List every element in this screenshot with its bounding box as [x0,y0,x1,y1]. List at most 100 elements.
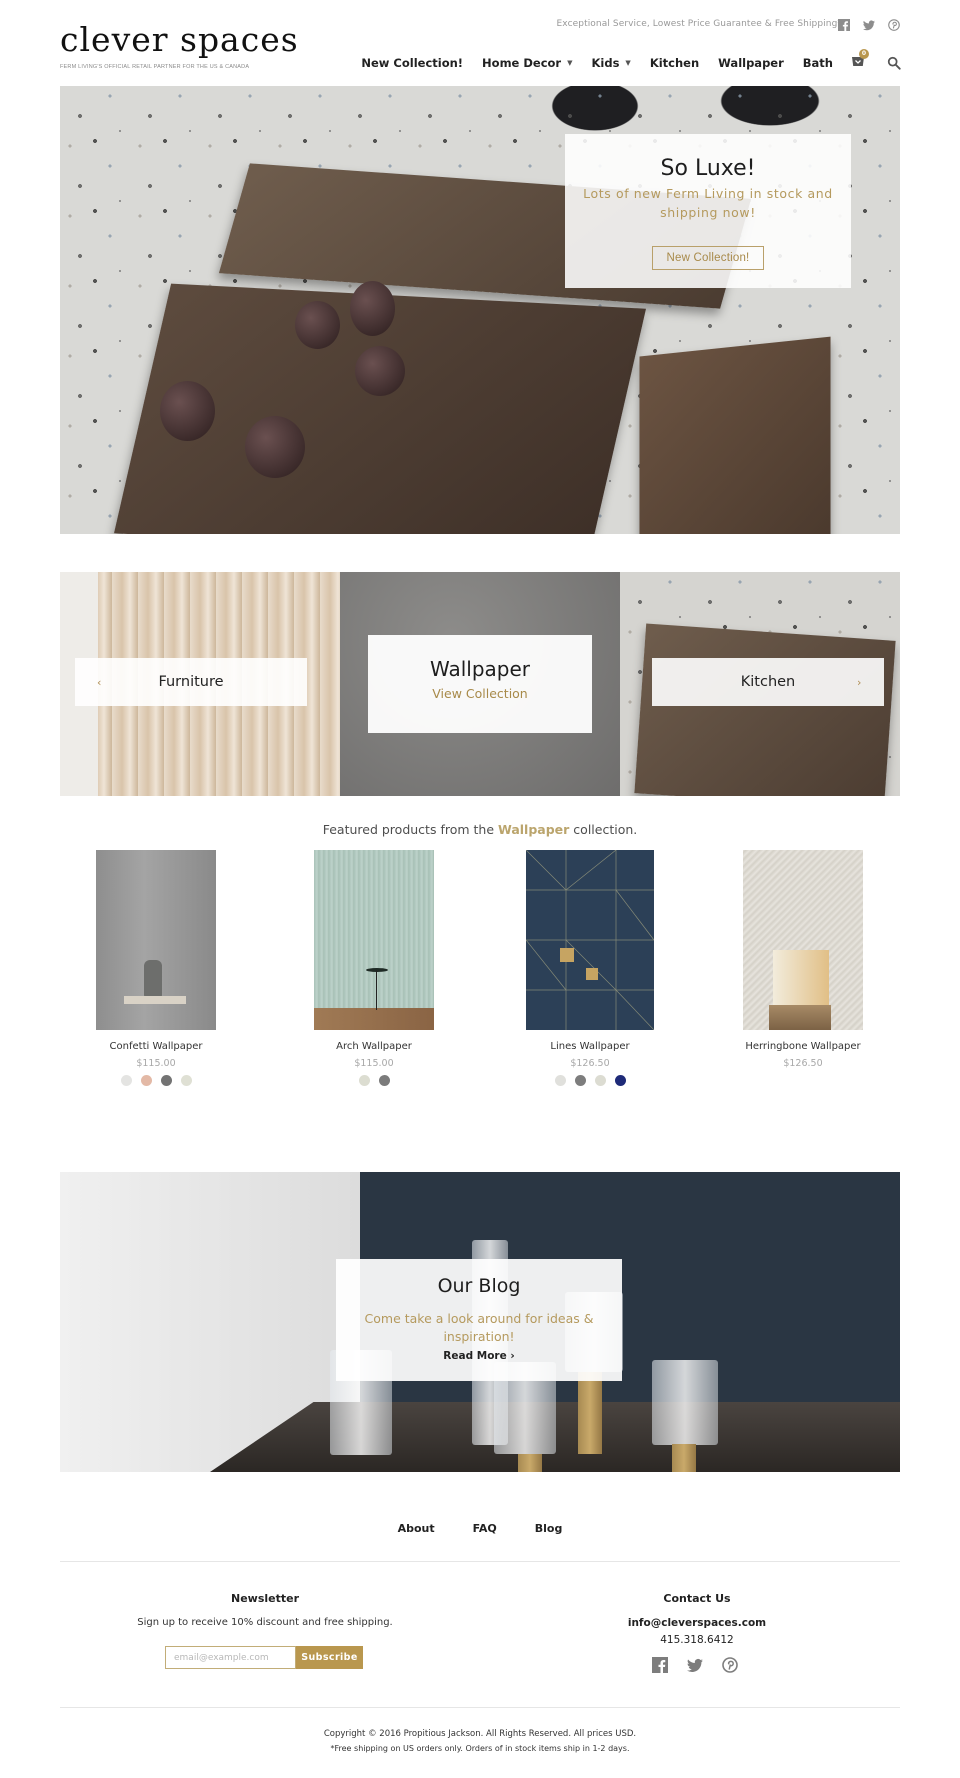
divider [60,1707,900,1708]
pinterest-icon[interactable] [722,1657,738,1673]
vase-image [144,960,162,998]
product-card[interactable]: Arch Wallpaper $115.00 [274,850,474,1086]
twitter-icon[interactable] [687,1657,703,1673]
product-name[interactable]: Herringbone Wallpaper [703,1041,903,1052]
product-image[interactable] [96,850,216,1030]
cart-count-badge: 0 [859,49,869,59]
lines-pattern [526,850,654,1030]
swatch-list [56,1075,256,1086]
product-card[interactable]: Herringbone Wallpaper $126.50 [703,850,903,1075]
product-name[interactable]: Lines Wallpaper [490,1041,690,1052]
email-input[interactable] [165,1646,296,1669]
footer-link-about[interactable]: About [398,1522,435,1535]
hero-banner[interactable]: So Luxe! Lots of new Ferm Living in stoc… [60,86,900,534]
fruit-image [355,346,405,396]
nav-label: Bath [802,56,833,70]
view-collection-link[interactable]: View Collection [368,686,592,701]
product-image[interactable] [743,850,863,1030]
facebook-icon[interactable] [838,16,850,31]
tagline: Ferm Living's official retail partner fo… [60,64,250,70]
product-image[interactable] [314,850,434,1030]
copyright-text: Copyright © 2016 Propitious Jackson. All… [323,1729,637,1739]
pinterest-icon[interactable] [888,16,900,31]
product-card[interactable]: Confetti Wallpaper $115.00 [56,850,256,1086]
swatch-list [274,1075,474,1086]
nav-item-kitchen[interactable]: Kitchen [650,56,699,70]
featured-heading: Featured products from the Wallpaper col… [0,822,960,837]
planter-image [586,968,598,980]
new-collection-button[interactable]: New Collection! [652,246,764,270]
footer-links: About FAQ Blog [0,1522,960,1535]
search-icon[interactable] [887,55,901,70]
hero-title: So Luxe! [660,156,756,181]
featured-suffix: collection. [569,822,638,837]
fruit-image [295,301,340,349]
logo[interactable]: clever spaces [60,20,299,60]
footer-link-blog[interactable]: Blog [535,1522,563,1535]
read-more-link[interactable]: Read More › [336,1350,622,1362]
color-swatch[interactable] [554,1075,566,1086]
featured-collection-link[interactable]: Wallpaper [498,822,569,837]
nav-item-home-decor[interactable]: Home Decor ▼ [482,56,572,70]
divider [60,1561,900,1562]
footer-social [652,1657,738,1673]
color-swatch[interactable] [140,1075,152,1086]
glass-image [652,1360,718,1445]
brass-stand-image [672,1444,696,1472]
hero-subtitle: Lots of new Ferm Living in stock and shi… [583,186,833,220]
facebook-icon[interactable] [652,1657,668,1673]
product-image[interactable] [526,850,654,1030]
table-leg-image [376,970,377,1010]
cutting-board-image [639,336,831,534]
category-wallpaper[interactable]: Wallpaper View Collection [368,635,592,733]
product-price: $126.50 [570,1058,610,1069]
newsletter-title: Newsletter [230,1592,299,1605]
hero-card: So Luxe! Lots of new Ferm Living in stoc… [565,134,851,288]
category-label: Furniture [158,674,224,690]
planter-image [560,948,574,962]
product-name[interactable]: Arch Wallpaper [274,1041,474,1052]
contact-phone[interactable]: 415.318.6412 [597,1634,797,1646]
nav-label: Home Decor [482,56,562,70]
product-price: $115.00 [136,1058,176,1069]
pillow-image [773,950,829,1006]
subscribe-button[interactable]: Subscribe [296,1646,363,1669]
contact-email[interactable]: info@cleverspaces.com [597,1617,797,1629]
color-swatch[interactable] [180,1075,192,1086]
color-swatch[interactable] [574,1075,586,1086]
color-swatch[interactable] [594,1075,606,1086]
twitter-icon[interactable] [863,16,875,31]
category-kitchen[interactable]: Kitchen [652,658,884,706]
fruit-image [160,381,215,441]
blog-subtitle: Come take a look around for ideas & insp… [364,1311,594,1344]
color-swatch[interactable] [358,1075,370,1086]
fruit-image [245,416,305,478]
nav-item-wallpaper[interactable]: Wallpaper [718,56,784,70]
product-card[interactable]: Lines Wallpaper $126.50 [490,850,690,1086]
side-table-image [366,968,388,972]
blog-card: Our Blog Come take a look around for ide… [336,1259,622,1381]
product-price: $115.00 [354,1058,394,1069]
nav-label: Wallpaper [718,56,784,70]
nav-item-bath[interactable]: Bath [803,56,833,70]
color-swatch[interactable] [614,1075,626,1086]
category-furniture[interactable]: Furniture [75,658,307,706]
main-nav: New Collection! Home Decor ▼ Kids ▼ Kitchen Wa… [361,56,833,70]
header-social [838,16,900,31]
nav-label: Kids [591,56,620,70]
chevron-right-icon[interactable]: › [857,676,861,689]
books-image [124,996,186,1004]
contact-title: Contact Us [663,1592,731,1605]
nav-item-new-collection[interactable]: New Collection! [361,56,463,70]
shipping-note: *Free shipping on US orders only. Orders… [330,1744,630,1753]
nav-item-kids[interactable]: Kids ▼ [591,56,630,70]
color-swatch[interactable] [120,1075,132,1086]
chair-image [769,1005,831,1030]
footer-link-faq[interactable]: FAQ [473,1522,497,1535]
color-swatch[interactable] [378,1075,390,1086]
promo-text: Exceptional Service, Lowest Price Guaran… [556,19,842,29]
color-swatch[interactable] [160,1075,172,1086]
newsletter-text: Sign up to receive 10% discount and free… [137,1617,393,1628]
product-name[interactable]: Confetti Wallpaper [56,1041,256,1052]
chevron-left-icon[interactable]: ‹ [97,676,101,689]
